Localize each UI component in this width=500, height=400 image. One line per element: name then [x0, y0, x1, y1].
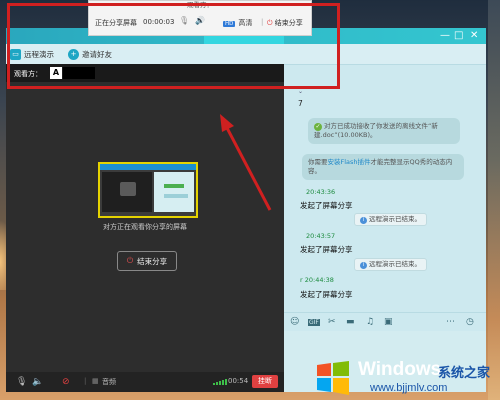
watermark-url: www.bjjmlv.com [370, 382, 448, 394]
watermark-brand: Windows [358, 359, 442, 380]
watermark: Windows 系统之家 www.bjjmlv.com [310, 355, 500, 400]
windows-logo-icon [317, 361, 349, 395]
annotation-arrow [220, 114, 272, 211]
watermark-cn: 系统之家 [438, 366, 491, 381]
